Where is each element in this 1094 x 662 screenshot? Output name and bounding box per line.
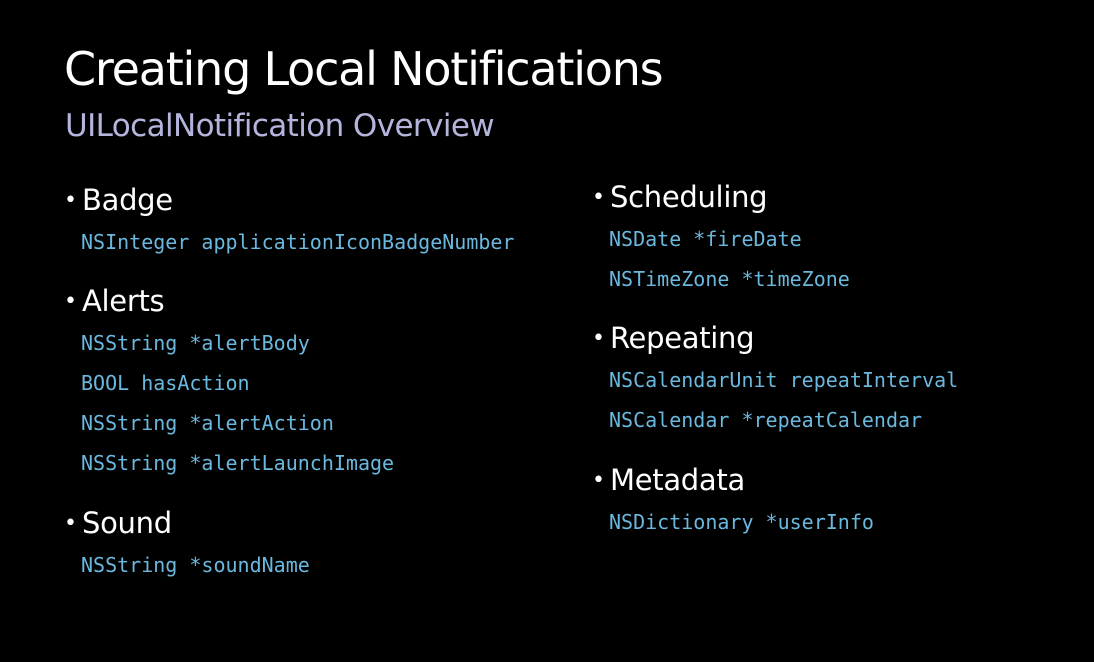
property-item: NSString *soundName [81, 553, 310, 577]
property-list: NSString *alertBody BOOL hasAction NSStr… [64, 323, 394, 483]
property-list: NSCalendarUnit repeatInterval NSCalendar… [592, 360, 958, 440]
property-item: NSCalendarUnit repeatInterval [609, 368, 959, 392]
bullet-glyph: • [592, 184, 605, 210]
heading-label: Sound [82, 506, 172, 540]
heading-label: Metadata [610, 463, 745, 497]
section-badge: • Badge NSInteger applicationIconBadgeNu… [64, 180, 514, 262]
property-item: NSTimeZone *timeZone [609, 267, 850, 291]
property-item: NSString *alertAction [81, 411, 334, 435]
section-heading: • Metadata [592, 460, 874, 500]
slide: Creating Local Notifications UILocalNoti… [0, 0, 1094, 662]
bullet-glyph: • [592, 467, 605, 493]
property-item: NSString *alertBody [81, 331, 310, 355]
bullet-glyph: • [64, 510, 77, 536]
heading-label: Alerts [82, 284, 165, 318]
section-alerts: • Alerts NSString *alertBody BOOL hasAct… [64, 281, 394, 483]
section-heading: • Badge [64, 180, 514, 220]
heading-label: Badge [82, 183, 173, 217]
section-heading: • Repeating [592, 318, 958, 358]
heading-label: Scheduling [610, 180, 768, 214]
bullet-glyph: • [592, 325, 605, 351]
property-list: NSDate *fireDate NSTimeZone *timeZone [592, 219, 850, 299]
section-sound: • Sound NSString *soundName [64, 503, 310, 585]
slide-title: Creating Local Notifications [64, 42, 664, 96]
heading-label: Repeating [610, 321, 755, 355]
bullet-glyph: • [64, 288, 77, 314]
section-repeating: • Repeating NSCalendarUnit repeatInterva… [592, 318, 958, 440]
property-item: NSDate *fireDate [609, 227, 802, 251]
bullet-glyph: • [64, 187, 77, 213]
section-scheduling: • Scheduling NSDate *fireDate NSTimeZone… [592, 177, 850, 299]
section-metadata: • Metadata NSDictionary *userInfo [592, 460, 874, 542]
property-item: NSString *alertLaunchImage [81, 451, 395, 475]
property-list: NSString *soundName [64, 545, 310, 585]
property-item: NSCalendar *repeatCalendar [609, 408, 923, 432]
section-heading: • Alerts [64, 281, 394, 321]
property-list: NSInteger applicationIconBadgeNumber [64, 222, 514, 262]
property-list: NSDictionary *userInfo [592, 502, 874, 542]
property-item: NSInteger applicationIconBadgeNumber [81, 230, 515, 254]
section-heading: • Sound [64, 503, 310, 543]
slide-subtitle: UILocalNotification Overview [65, 108, 495, 144]
section-heading: • Scheduling [592, 177, 850, 217]
property-item: NSDictionary *userInfo [609, 510, 874, 534]
property-item: BOOL hasAction [81, 371, 250, 395]
